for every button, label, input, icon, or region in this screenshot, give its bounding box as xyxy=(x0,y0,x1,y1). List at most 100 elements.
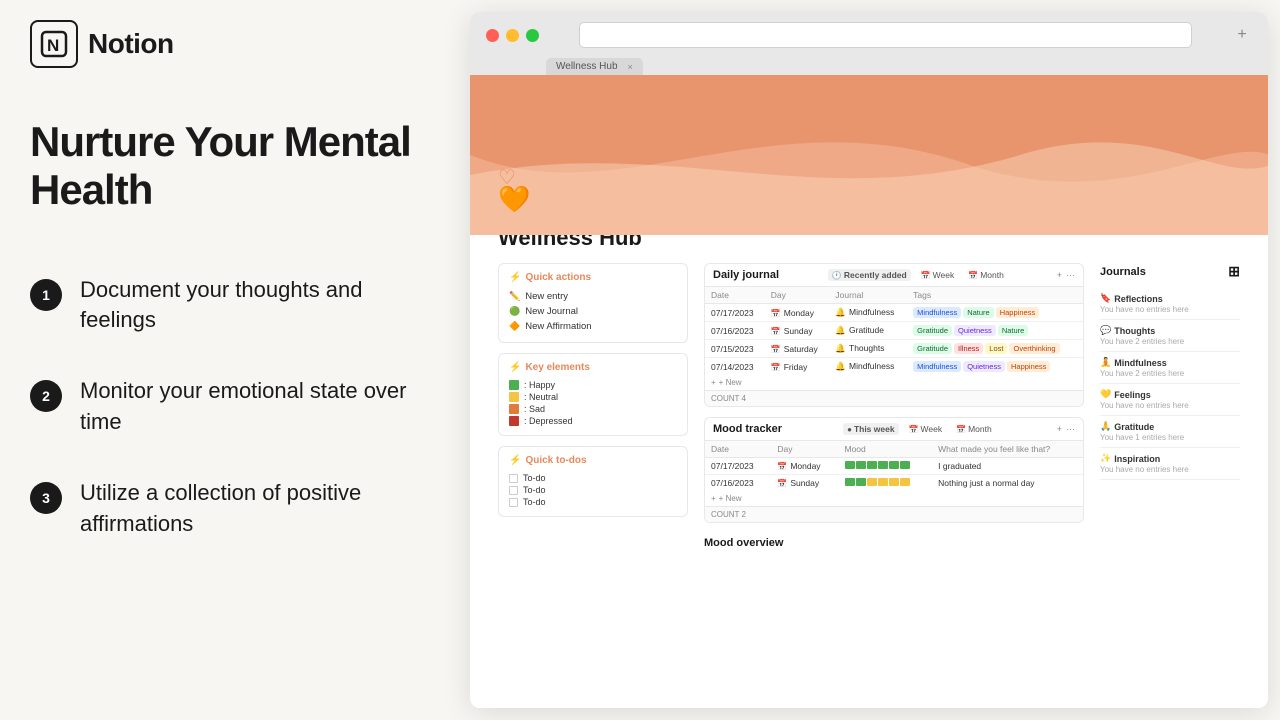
journal-entry-title: 💬 Thoughts xyxy=(1100,325,1240,336)
browser-tab[interactable]: Wellness Hub × xyxy=(546,58,643,75)
key-elements-title: ⚡ Key elements xyxy=(509,362,677,373)
todo-checkbox-2[interactable] xyxy=(509,486,518,495)
list-item[interactable]: 🙏 Gratitude You have 1 entries here xyxy=(1100,416,1240,448)
mt-cell-note: Nothing just a normal day xyxy=(932,475,1083,492)
journal-view-icon[interactable]: ⊞ xyxy=(1228,263,1240,280)
mood-tracker-section: Mood tracker ● This week 📅 Week xyxy=(704,417,1084,523)
mood-new-row[interactable]: + + New xyxy=(705,491,1083,506)
quick-actions-title: ⚡ Quick actions xyxy=(509,272,677,283)
cell-day: 📅Saturday xyxy=(765,340,830,358)
table-row[interactable]: 07/17/2023 📅Monday I graduated xyxy=(705,458,1083,475)
table-row[interactable]: 07/17/2023 📅Monday 🔔Mindfulness Mindfuln… xyxy=(705,304,1083,322)
todo-1[interactable]: To-do xyxy=(509,472,677,484)
mt-col-date: Date xyxy=(705,441,771,458)
add-col-btn-mood[interactable]: + xyxy=(1057,424,1062,434)
wellness-icon-group: ♡ 🧡 xyxy=(498,168,1240,215)
more-options-btn[interactable]: ··· xyxy=(1066,270,1075,280)
tab-recently-added[interactable]: 🕐 Recently added xyxy=(828,269,911,281)
pencil-icon: ✏️ xyxy=(509,291,520,302)
daily-journal-section: Daily journal 🕐 Recently added 📅 Week xyxy=(704,263,1084,407)
feature-text-1: Document your thoughts and feelings xyxy=(80,275,440,337)
maximize-dot[interactable] xyxy=(526,29,539,42)
journal-new-row[interactable]: + + New xyxy=(705,375,1083,390)
minimize-dot[interactable] xyxy=(506,29,519,42)
feature-text-2: Monitor your emotional state over time xyxy=(80,376,440,438)
table-row[interactable]: 07/15/2023 📅Saturday 🔔Thoughts Gratitude… xyxy=(705,340,1083,358)
feature-number-1: 1 xyxy=(30,279,62,311)
dot-icon: ● xyxy=(847,425,852,434)
tab-close-btn[interactable]: × xyxy=(628,62,633,72)
cell-date: 07/17/2023 xyxy=(705,304,765,322)
happy-color xyxy=(509,380,519,390)
table-row[interactable]: 07/16/2023 📅Sunday Nothing just a normal… xyxy=(705,475,1083,492)
tab-week[interactable]: 📅 Week xyxy=(917,269,959,281)
new-tab-button[interactable]: + xyxy=(1232,26,1252,44)
list-item[interactable]: ✨ Inspiration You have no entries here xyxy=(1100,448,1240,480)
mt-cell-note: I graduated xyxy=(932,458,1083,475)
mt-col-day: Day xyxy=(771,441,838,458)
table-row[interactable]: 07/14/2023 📅Friday 🔔Mindfulness Mindfuln… xyxy=(705,358,1083,376)
close-dot[interactable] xyxy=(486,29,499,42)
table-row[interactable]: 07/16/2023 📅Sunday 🔔Gratitude GratitudeQ… xyxy=(705,322,1083,340)
lightning-icon-3: ⚡ xyxy=(509,455,521,466)
qa-new-affirmation[interactable]: 🔶 New Affirmation xyxy=(509,319,677,334)
feature-text-3: Utilize a collection of positive affirma… xyxy=(80,478,440,540)
list-item[interactable]: 💬 Thoughts You have 2 entries here xyxy=(1100,320,1240,352)
journal-entry-subtitle: You have 2 entries here xyxy=(1100,337,1240,346)
journal-icon: 🧘 xyxy=(1100,357,1111,368)
list-item[interactable]: 💛 Feelings You have no entries here xyxy=(1100,384,1240,416)
tab-month-mood[interactable]: 📅 Month xyxy=(952,423,996,435)
affirmation-icon: 🔶 xyxy=(509,321,520,332)
col-date: Date xyxy=(705,287,765,304)
cell-journal: 🔔Gratitude xyxy=(829,322,907,340)
qa-new-entry[interactable]: ✏️ New entry xyxy=(509,289,677,304)
qa-new-journal[interactable]: 🟢 New Journal xyxy=(509,304,677,319)
svg-text:N: N xyxy=(47,36,59,55)
mood-tracker-header: Mood tracker ● This week 📅 Week xyxy=(705,418,1083,440)
notion-logo-text: Notion xyxy=(88,28,174,60)
db-actions[interactable]: + ··· xyxy=(1057,270,1075,280)
quick-actions-card: ⚡ Quick actions ✏️ New entry 🟢 New Journ… xyxy=(498,263,688,343)
plus-icon: + xyxy=(711,378,716,387)
journal-entry-subtitle: You have 2 entries here xyxy=(1100,369,1240,378)
calendar-icon-2: 📅 xyxy=(968,271,978,280)
journal-count: COUNT 4 xyxy=(705,390,1083,406)
cell-tags: GratitudeQuietnessNature xyxy=(907,322,1083,340)
mood-tracker-tabs[interactable]: ● This week 📅 Week 📅 M xyxy=(843,423,996,435)
cell-journal: 🔔Mindfulness xyxy=(829,358,907,376)
clock-icon: 🕐 xyxy=(832,271,842,280)
mt-cell-day: 📅Sunday xyxy=(771,475,838,492)
quick-todos-card: ⚡ Quick to-dos To-do To-do xyxy=(498,446,688,517)
feature-number-2: 2 xyxy=(30,380,62,412)
todo-3[interactable]: To-do xyxy=(509,496,677,508)
cell-tags: MindfulnessQuietnessHappiness xyxy=(907,358,1083,376)
depressed-color xyxy=(509,416,519,426)
col-day: Day xyxy=(765,287,830,304)
journal-entry-subtitle: You have no entries here xyxy=(1100,305,1240,314)
mt-cell-mood xyxy=(839,458,933,475)
browser-chrome: + Wellness Hub × xyxy=(470,12,1268,75)
todo-checkbox-3[interactable] xyxy=(509,498,518,507)
wellness-emoji: 🧡 xyxy=(498,184,1240,215)
ke-neutral: : Neutral xyxy=(509,391,677,403)
mood-db-actions[interactable]: + ··· xyxy=(1057,424,1075,434)
neutral-color xyxy=(509,392,519,402)
cell-day: 📅Sunday xyxy=(765,322,830,340)
todo-2[interactable]: To-do xyxy=(509,484,677,496)
tab-week-mood[interactable]: 📅 Week xyxy=(905,423,947,435)
tab-month[interactable]: 📅 Month xyxy=(964,269,1008,281)
main-heading: Nurture Your Mental Health xyxy=(30,118,440,215)
more-options-btn-mood[interactable]: ··· xyxy=(1066,424,1075,434)
tab-this-week[interactable]: ● This week xyxy=(843,423,898,435)
list-item[interactable]: 🧘 Mindfulness You have 2 entries here xyxy=(1100,352,1240,384)
add-col-btn[interactable]: + xyxy=(1057,270,1062,280)
ke-depressed: : Depressed xyxy=(509,415,677,427)
list-item[interactable]: 🔖 Reflections You have no entries here xyxy=(1100,288,1240,320)
todo-checkbox-1[interactable] xyxy=(509,474,518,483)
page-content: Wellness Hub ⚡ Quick actions ✏️ xyxy=(470,223,1268,708)
journal-entry-title: 🔖 Reflections xyxy=(1100,293,1240,304)
notion-mid-col: Daily journal 🕐 Recently added 📅 Week xyxy=(704,263,1084,706)
feature-number-3: 3 xyxy=(30,482,62,514)
address-bar[interactable] xyxy=(579,22,1192,48)
daily-journal-tabs[interactable]: 🕐 Recently added 📅 Week 📅 xyxy=(828,269,1008,281)
